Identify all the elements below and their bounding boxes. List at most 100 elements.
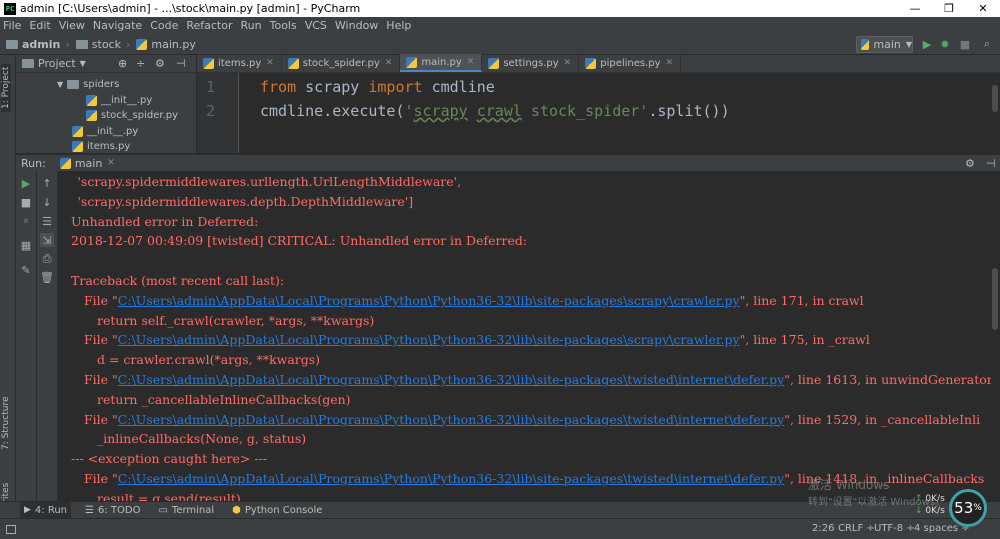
menu-tools[interactable]: Tools <box>270 19 297 32</box>
debug-icon[interactable]: ■ <box>19 195 33 209</box>
pause-icon[interactable]: ⏸ <box>19 214 33 228</box>
down-arrow-icon[interactable]: ↓ <box>40 195 54 209</box>
breadcrumb-stock[interactable]: stock › <box>75 38 130 51</box>
up-arrow-icon[interactable]: ↑ <box>40 176 54 190</box>
menu-file[interactable]: File <box>3 19 21 32</box>
restore-layout-icon[interactable]: ▦ <box>19 238 33 252</box>
todo-icon: ☰ <box>85 504 94 516</box>
pin-icon[interactable]: ✎ <box>19 263 33 277</box>
tree-item-stock-spider[interactable]: stock_spider.py <box>86 110 178 121</box>
menu-code[interactable]: Code <box>150 19 178 32</box>
close-tab-icon[interactable]: ✕ <box>666 58 674 68</box>
sync-icon[interactable]: ⊕ <box>118 57 127 70</box>
chevron-right-icon: › <box>65 37 70 51</box>
debug-icon[interactable]: ✹ <box>938 37 952 51</box>
print-icon[interactable]: ⎙ <box>40 252 54 266</box>
hide-icon[interactable]: ⊣ <box>176 57 186 70</box>
gear-icon[interactable]: ⚙ <box>155 57 165 70</box>
rerun-icon[interactable]: ▶ <box>19 176 33 190</box>
run-tab-main[interactable]: main <box>75 157 102 170</box>
editor-tab-bar: items.py ✕ stock_spider.py ✕ main.py ✕ s… <box>197 54 1000 73</box>
tab-terminal[interactable]: ▭ Terminal <box>154 502 218 519</box>
tree-item-spiders[interactable]: ▼ spiders <box>57 79 119 90</box>
file-path-link[interactable]: C:\Users\admin\AppData\Local\Programs\Py… <box>118 293 740 308</box>
tab-stock-spider-py[interactable]: stock_spider.py ✕ <box>282 54 401 72</box>
minimize-button[interactable]: — <box>898 0 932 17</box>
status-bar: 2:26 CRLF ÷ UTF-8 ÷ 4 spaces ÷ <box>0 518 1000 539</box>
close-tab-icon[interactable]: ✕ <box>467 57 475 67</box>
editor-scrollbar[interactable] <box>992 85 998 112</box>
console-scrollbar-thumb[interactable] <box>992 268 998 330</box>
close-tab-icon[interactable]: ✕ <box>107 158 115 168</box>
code-token: cmdline <box>422 78 495 96</box>
gear-icon[interactable]: ⚙ <box>965 157 975 170</box>
code-line-2[interactable]: cmdline.execute('scrapy crawl stock_spid… <box>260 102 730 120</box>
menu-window[interactable]: Window <box>335 19 378 32</box>
line-separator[interactable]: CRLF ÷ <box>838 523 875 534</box>
tab-label: Python Console <box>244 504 323 516</box>
file-path-link[interactable]: C:\Users\admin\AppData\Local\Programs\Py… <box>118 412 784 427</box>
traceback-file-line: File "C:\Users\admin\AppData\Local\Progr… <box>84 372 991 387</box>
tab-todo[interactable]: ☰ 6: TODO <box>81 502 144 519</box>
project-panel: Project ▼ ⊕ ÷ ⚙ ⊣ ▼ spiders __init__.py … <box>16 55 196 153</box>
navigation-bar: admin › stock › main.py <box>0 34 1000 55</box>
maximize-button[interactable]: ❐ <box>932 0 966 17</box>
structure-tool-tab[interactable]: 7: Structure <box>1 397 11 451</box>
tree-item-init[interactable]: __init__.py <box>72 126 138 137</box>
run-icon[interactable]: ▶ <box>920 37 934 51</box>
console-output[interactable]: 'scrapy.spidermiddlewares.urllength.UrlL… <box>58 171 991 501</box>
code-line-1[interactable]: from scrapy import cmdline <box>260 78 495 96</box>
tab-main-py[interactable]: main.py ✕ <box>400 54 483 72</box>
close-tab-icon[interactable]: ✕ <box>266 58 274 68</box>
tab-python-console[interactable]: ⬢ Python Console <box>228 502 326 519</box>
caret-position[interactable]: 2:26 <box>812 523 834 534</box>
tab-items-py[interactable]: items.py ✕ <box>197 54 282 72</box>
tree-item-label: items.py <box>87 141 131 152</box>
tab-settings-py[interactable]: settings.py ✕ <box>482 54 580 72</box>
run-panel-header: Run: main ✕ ⚙ ⊣ <box>16 154 1000 171</box>
hide-icon[interactable]: ⊣ <box>986 157 996 170</box>
menu-edit[interactable]: Edit <box>29 19 50 32</box>
file-path-link[interactable]: C:\Users\admin\AppData\Local\Programs\Py… <box>118 372 784 387</box>
project-tool-tab[interactable]: 1: Project <box>1 63 11 112</box>
tree-item-items[interactable]: items.py <box>72 141 130 152</box>
tab-run[interactable]: ▶ 4: Run <box>20 501 72 519</box>
file-path-link[interactable]: C:\Users\admin\AppData\Local\Programs\Py… <box>118 471 784 486</box>
gauge-value: 53 <box>954 499 974 517</box>
file-encoding[interactable]: UTF-8 ÷ <box>874 523 915 534</box>
code-editor[interactable]: from scrapy import cmdline cmdline.execu… <box>240 73 1000 153</box>
python-file-icon <box>406 56 418 68</box>
soft-wrap-icon[interactable]: ☰ <box>40 214 54 228</box>
menu-run[interactable]: Run <box>241 19 262 32</box>
menu-refactor[interactable]: Refactor <box>186 19 232 32</box>
run-toolbar-primary: ▶ ■ ⏸ ▦ ✎ <box>16 171 36 501</box>
project-panel-title[interactable]: Project <box>38 57 76 70</box>
console-scrollbar-track[interactable] <box>991 171 1000 501</box>
collapse-icon[interactable]: ÷ <box>136 57 145 70</box>
tree-item-init-spiders[interactable]: __init__.py <box>86 95 152 106</box>
string-token <box>468 102 477 120</box>
traceback-file-line: File "C:\Users\admin\AppData\Local\Progr… <box>84 293 864 308</box>
trash-icon[interactable]: 🗑 <box>40 270 54 284</box>
scroll-to-end-icon[interactable]: ⇲ <box>40 233 54 247</box>
menu-vcs[interactable]: VCS <box>305 19 327 32</box>
dropdown-arrow-icon: ▼ <box>905 40 912 49</box>
breadcrumb-main-py[interactable]: main.py <box>136 38 196 51</box>
console-line: 'scrapy.spidermiddlewares.depth.DepthMid… <box>77 193 414 209</box>
menu-help[interactable]: Help <box>386 19 411 32</box>
download-speed: 0K/s <box>925 506 945 516</box>
close-button[interactable]: ✕ <box>966 0 1000 17</box>
tool-windows-icon[interactable] <box>6 525 16 534</box>
file-path-link[interactable]: C:\Users\admin\AppData\Local\Programs\Py… <box>118 332 740 347</box>
menu-view[interactable]: View <box>59 19 85 32</box>
run-config-selector[interactable]: main ▼ <box>856 36 913 53</box>
tab-pipelines-py[interactable]: pipelines.py ✕ <box>579 54 682 72</box>
breadcrumb-admin[interactable]: admin › <box>6 38 70 51</box>
dropdown-arrow-icon[interactable]: ▼ <box>80 59 86 68</box>
menu-navigate[interactable]: Navigate <box>93 19 142 32</box>
speed-gauge[interactable]: 53% <box>949 489 987 527</box>
search-everywhere-icon[interactable]: ⌕ <box>980 37 994 51</box>
close-tab-icon[interactable]: ✕ <box>385 58 393 68</box>
close-tab-icon[interactable]: ✕ <box>564 58 572 68</box>
stop-icon[interactable]: ■ <box>958 37 972 51</box>
